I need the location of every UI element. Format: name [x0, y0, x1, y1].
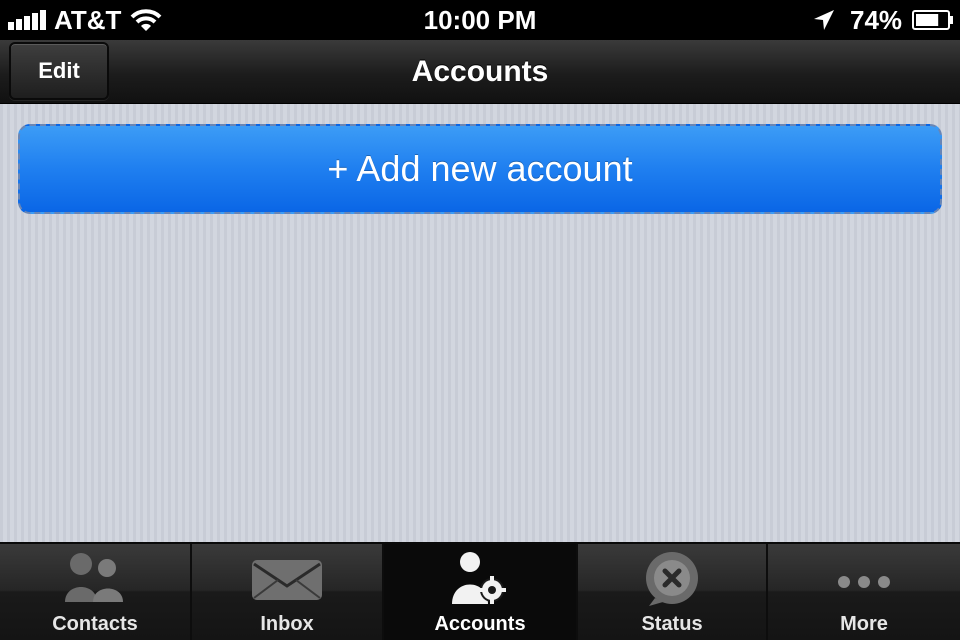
- tab-label: Inbox: [260, 613, 314, 635]
- contacts-icon: [65, 553, 123, 602]
- tab-accounts[interactable]: Accounts: [382, 544, 576, 640]
- tab-more[interactable]: More: [766, 544, 960, 640]
- more-icon: [838, 576, 890, 588]
- tab-label: Status: [641, 613, 703, 635]
- inbox-icon: [252, 560, 322, 600]
- navigation-bar: Accounts Edit: [0, 40, 960, 104]
- status-bar: AT&T 10:00 PM 74%: [0, 0, 960, 40]
- add-new-account-button[interactable]: + Add new account: [18, 124, 942, 214]
- page-title: Accounts: [411, 55, 549, 88]
- edit-button[interactable]: Edit: [9, 42, 109, 100]
- tab-inbox[interactable]: Inbox: [190, 544, 382, 640]
- tab-bar: Contacts Inbox Accounts Status More: [0, 542, 960, 640]
- battery-icon: [912, 10, 953, 30]
- accounts-icon: [452, 552, 506, 604]
- tab-status[interactable]: Status: [576, 544, 766, 640]
- tab-label: More: [840, 613, 888, 635]
- tab-contacts[interactable]: Contacts: [0, 544, 190, 640]
- battery-percentage: 74%: [850, 5, 903, 35]
- location-arrow-icon: [814, 10, 834, 30]
- tab-label: Contacts: [52, 613, 138, 635]
- accounts-list: + Add new account: [0, 104, 960, 542]
- tab-label: Accounts: [434, 613, 526, 635]
- status-icon: [646, 552, 698, 606]
